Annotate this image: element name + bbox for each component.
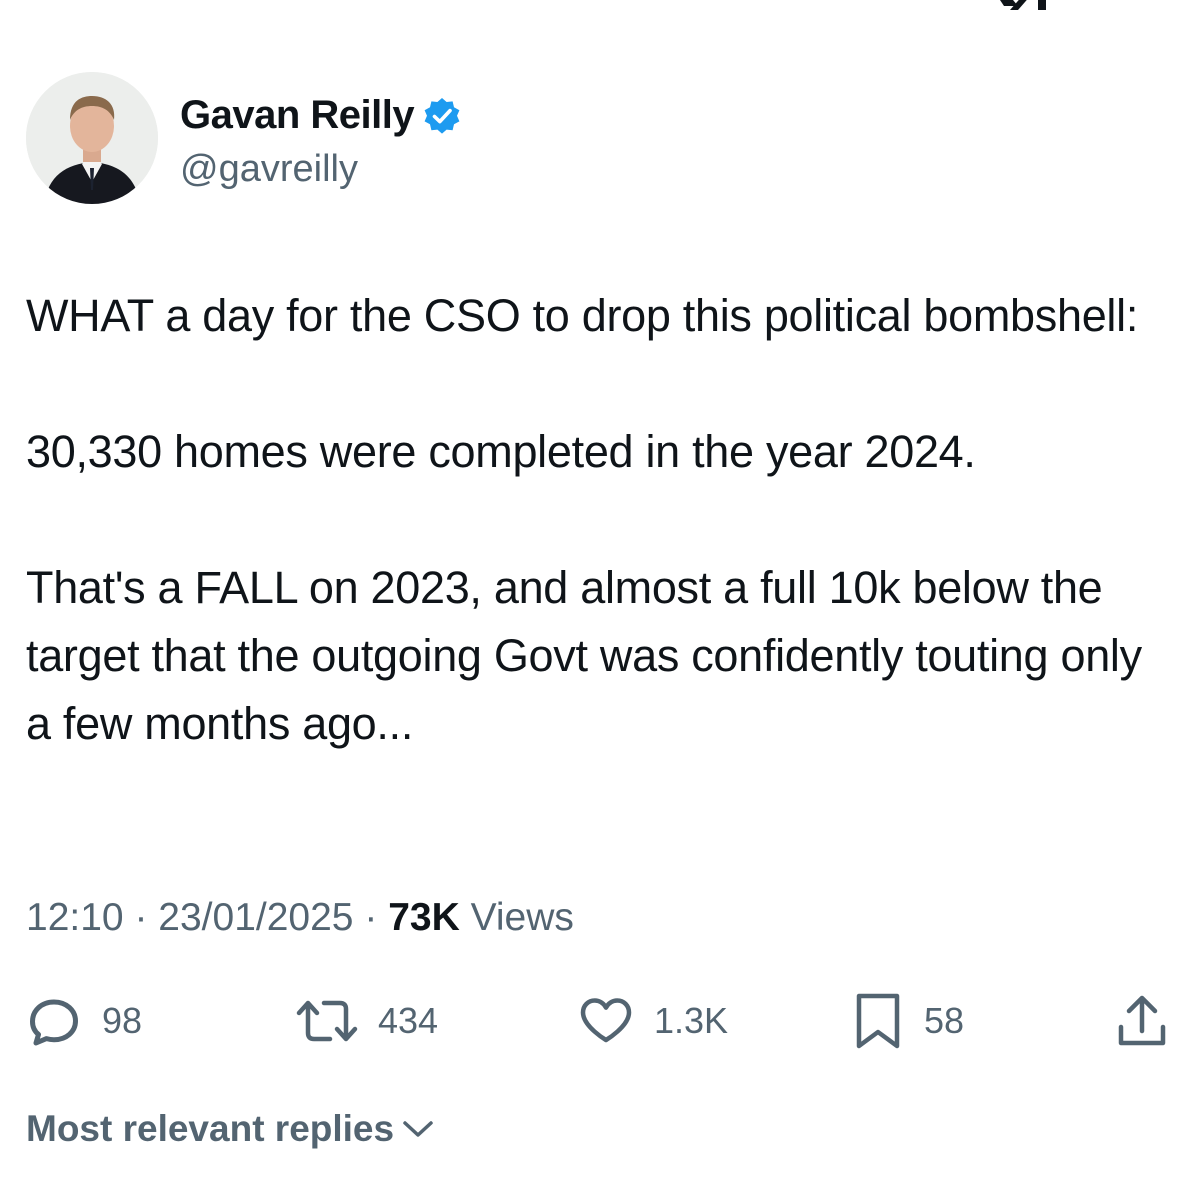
share-upload-icon xyxy=(1116,993,1168,1049)
replies-sort-dropdown[interactable]: Most relevant replies xyxy=(26,1108,434,1150)
tweet-metadata: 12:10 · 23/01/2025 · 73K Views xyxy=(26,896,574,940)
retweet-count: 434 xyxy=(378,1000,439,1041)
heart-icon xyxy=(578,993,634,1049)
meta-separator: · xyxy=(364,896,378,939)
name-row: Gavan Reilly xyxy=(180,86,462,146)
meta-separator: · xyxy=(134,896,148,939)
bookmark-button[interactable]: 58 xyxy=(852,986,964,1056)
share-button[interactable] xyxy=(1116,986,1168,1056)
verified-badge-icon[interactable] xyxy=(422,96,462,136)
tweet-actions-bar: 98 434 1.3K 58 xyxy=(26,986,1176,1056)
tweet-detail-page: Gavan Reilly @gavreilly WHAT a day for t… xyxy=(0,0,1200,1200)
reply-button[interactable]: 98 xyxy=(26,986,142,1056)
tweet-date[interactable]: 23/01/2025 xyxy=(158,896,353,939)
chevron-down-icon xyxy=(394,1118,434,1140)
partial-logo-icon xyxy=(994,0,1062,10)
tweet-time[interactable]: 12:10 xyxy=(26,896,124,939)
author-display-name[interactable]: Gavan Reilly xyxy=(180,93,415,138)
like-button[interactable]: 1.3K xyxy=(578,986,728,1056)
views-label: Views xyxy=(470,896,574,939)
bookmark-count: 58 xyxy=(924,1000,965,1041)
like-count: 1.3K xyxy=(654,1000,729,1041)
tweet-header: Gavan Reilly @gavreilly xyxy=(26,72,462,204)
retweet-button[interactable]: 434 xyxy=(296,986,438,1056)
tweet-body-text: WHAT a day for the CSO to drop this poli… xyxy=(26,290,1142,749)
replies-sort-label: Most relevant replies xyxy=(26,1108,395,1149)
avatar[interactable] xyxy=(26,72,158,204)
retweet-arrows-icon xyxy=(296,993,358,1049)
reply-count: 98 xyxy=(102,1000,143,1041)
author-info: Gavan Reilly @gavreilly xyxy=(180,86,462,191)
speech-bubble-icon xyxy=(26,993,82,1049)
author-handle[interactable]: @gavreilly xyxy=(180,148,462,191)
bookmark-icon xyxy=(852,991,904,1051)
views-count[interactable]: 73K xyxy=(388,896,460,939)
